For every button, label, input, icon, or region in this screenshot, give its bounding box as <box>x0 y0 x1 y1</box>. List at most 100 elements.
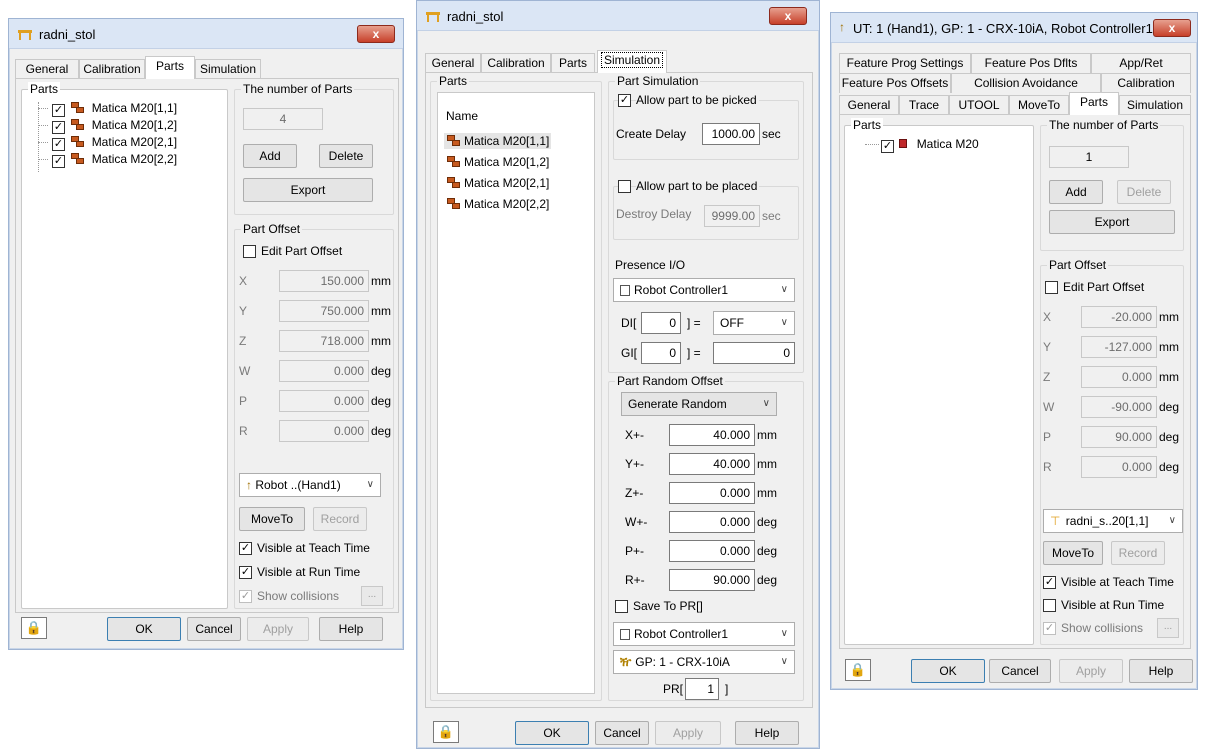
tab-collision-avoidance[interactable]: Collision Avoidance <box>951 73 1101 93</box>
destroy-delay-field: 9999.00 <box>704 205 760 227</box>
lock-icon[interactable]: 🔒 <box>433 721 459 743</box>
part-checkbox[interactable]: ✓ <box>52 155 65 168</box>
add-button[interactable]: Add <box>243 144 297 168</box>
close-button[interactable]: x <box>769 7 807 25</box>
axis-unit: mm <box>1159 340 1179 354</box>
tree-item[interactable]: ✓ Matica M20[2,2] <box>38 151 177 168</box>
fixture-icon: ⊤ <box>1050 514 1061 528</box>
part-checkbox[interactable]: ✓ <box>52 104 65 117</box>
tree-item[interactable]: ✓ Matica M20 <box>865 136 979 153</box>
lock-icon[interactable]: 🔒 <box>21 617 47 639</box>
part-checkbox[interactable]: ✓ <box>881 140 894 153</box>
frame-combo[interactable]: ⊤ radni_s..20[1,1] ∨ <box>1043 509 1183 533</box>
list-item[interactable]: Matica M20[1,2] <box>444 154 549 170</box>
tab-feature-pos-dflts[interactable]: Feature Pos Dflts <box>971 53 1091 73</box>
create-delay-field[interactable]: 1000.00 <box>702 123 760 145</box>
tab-simulation[interactable]: Simulation <box>597 50 667 73</box>
ok-button[interactable]: OK <box>107 617 181 641</box>
part-checkbox[interactable]: ✓ <box>52 138 65 151</box>
ok-button[interactable]: OK <box>911 659 985 683</box>
visible-teach-checkbox[interactable]: ✓ <box>239 542 252 555</box>
tab-app-ret[interactable]: App/Ret <box>1091 53 1191 73</box>
export-button[interactable]: Export <box>1049 210 1175 234</box>
tab-trace[interactable]: Trace <box>899 95 949 115</box>
help-button[interactable]: Help <box>1129 659 1193 683</box>
di-index-field[interactable]: 0 <box>641 312 681 334</box>
title-bar[interactable]: radni_stol x <box>417 1 819 31</box>
cancel-button[interactable]: Cancel <box>989 659 1051 683</box>
tree-item[interactable]: ✓ Matica M20[2,1] <box>38 134 177 151</box>
edit-offset-checkbox[interactable] <box>1045 281 1058 294</box>
visible-run-checkbox[interactable]: ✓ <box>239 566 252 579</box>
tab-moveto[interactable]: MoveTo <box>1009 95 1069 115</box>
tab-parts[interactable]: Parts <box>145 56 195 79</box>
lock-icon[interactable]: 🔒 <box>845 659 871 681</box>
edit-offset-checkbox[interactable] <box>243 245 256 258</box>
generate-random-combo[interactable]: Generate Random ∨ <box>621 392 777 416</box>
axis-value-field[interactable]: 0.000 <box>669 540 755 562</box>
export-button[interactable]: Export <box>243 178 373 202</box>
tab-calibration[interactable]: Calibration <box>1101 73 1191 93</box>
allow-place-checkbox[interactable] <box>618 180 631 193</box>
add-button[interactable]: Add <box>1049 180 1103 204</box>
tab-utool[interactable]: UTOOL <box>949 95 1009 115</box>
tab-parts[interactable]: Parts <box>1069 92 1119 115</box>
pr-index-field[interactable]: 1 <box>685 678 719 700</box>
axis-value-field[interactable]: 0.000 <box>669 482 755 504</box>
allow-pick-checkbox[interactable]: ✓ <box>618 94 631 107</box>
title-bar[interactable]: radni_stol x <box>9 19 403 49</box>
tab-content: Parts Name Matica M20[1,1] Matica M20[1,… <box>425 72 813 708</box>
tab-general[interactable]: General <box>15 59 79 79</box>
axis-value-field[interactable]: 0.000 <box>669 511 755 533</box>
part-name: Matica M20[2,2] <box>464 197 550 211</box>
tree-branch <box>38 125 48 126</box>
tab-calibration[interactable]: Calibration <box>481 53 551 73</box>
part-checkbox[interactable]: ✓ <box>52 121 65 134</box>
title-bar[interactable]: ↑ UT: 1 (Hand1), GP: 1 - CRX-10iA, Robot… <box>831 13 1197 43</box>
ok-button[interactable]: OK <box>515 721 589 745</box>
pr-controller-combo[interactable]: Robot Controller1 ∨ <box>613 622 795 646</box>
parts-group-label: Parts <box>851 118 884 132</box>
close-button[interactable]: x <box>357 25 395 43</box>
tab-general[interactable]: General <box>425 53 481 73</box>
list-item[interactable]: Matica M20[2,1] <box>444 175 549 191</box>
list-item[interactable]: Matica M20[2,2] <box>444 196 549 212</box>
part-icon <box>447 177 461 189</box>
tab-simulation[interactable]: Simulation <box>1119 95 1191 115</box>
tree-item[interactable]: ✓ Matica M20[1,1] <box>38 100 177 117</box>
gi-index-field[interactable]: 0 <box>641 342 681 364</box>
axis-value-field[interactable]: 40.000 <box>669 424 755 446</box>
cancel-button[interactable]: Cancel <box>595 721 649 745</box>
close-button[interactable]: x <box>1153 19 1191 37</box>
save-pr-label: Save To PR[] <box>633 599 703 613</box>
axis-label: P <box>1043 430 1052 444</box>
tab-calibration[interactable]: Calibration <box>79 59 145 79</box>
save-pr-checkbox[interactable] <box>615 600 628 613</box>
robot-icon: ዥ <box>620 655 632 669</box>
gi-value-field[interactable]: 0 <box>713 342 795 364</box>
cancel-button[interactable]: Cancel <box>187 617 241 641</box>
tab-parts[interactable]: Parts <box>551 53 595 73</box>
show-collisions-checkbox: ✓ <box>239 590 252 603</box>
di-state-combo[interactable]: OFF ∨ <box>713 311 795 335</box>
delete-button[interactable]: Delete <box>319 144 373 168</box>
group-combo[interactable]: ዥ GP: 1 - CRX-10iA ∨ <box>613 650 795 674</box>
tab-feature-prog-settings[interactable]: Feature Prog Settings <box>839 53 971 73</box>
help-button[interactable]: Help <box>319 617 383 641</box>
axis-value-field[interactable]: 90.000 <box>669 569 755 591</box>
tool-combo[interactable]: ↑ Robot ..(Hand1) ∨ <box>239 473 381 497</box>
moveto-button[interactable]: MoveTo <box>239 507 305 531</box>
tree-item[interactable]: ✓ Matica M20[1,2] <box>38 117 177 134</box>
visible-run-checkbox[interactable] <box>1043 599 1056 612</box>
help-button[interactable]: Help <box>735 721 799 745</box>
tab-feature-pos-offsets[interactable]: Feature Pos Offsets <box>839 73 951 93</box>
moveto-button[interactable]: MoveTo <box>1043 541 1103 565</box>
axis-value-field[interactable]: 40.000 <box>669 453 755 475</box>
list-item[interactable]: Matica M20[1,1] <box>444 133 552 149</box>
parts-list[interactable]: Name Matica M20[1,1] Matica M20[1,2] Mat… <box>437 92 595 694</box>
tab-simulation[interactable]: Simulation <box>195 59 261 79</box>
visible-teach-checkbox[interactable]: ✓ <box>1043 576 1056 589</box>
collisions-options-button: ... <box>1157 618 1179 638</box>
presence-controller-combo[interactable]: Robot Controller1 ∨ <box>613 278 795 302</box>
tab-general[interactable]: General <box>839 95 899 115</box>
